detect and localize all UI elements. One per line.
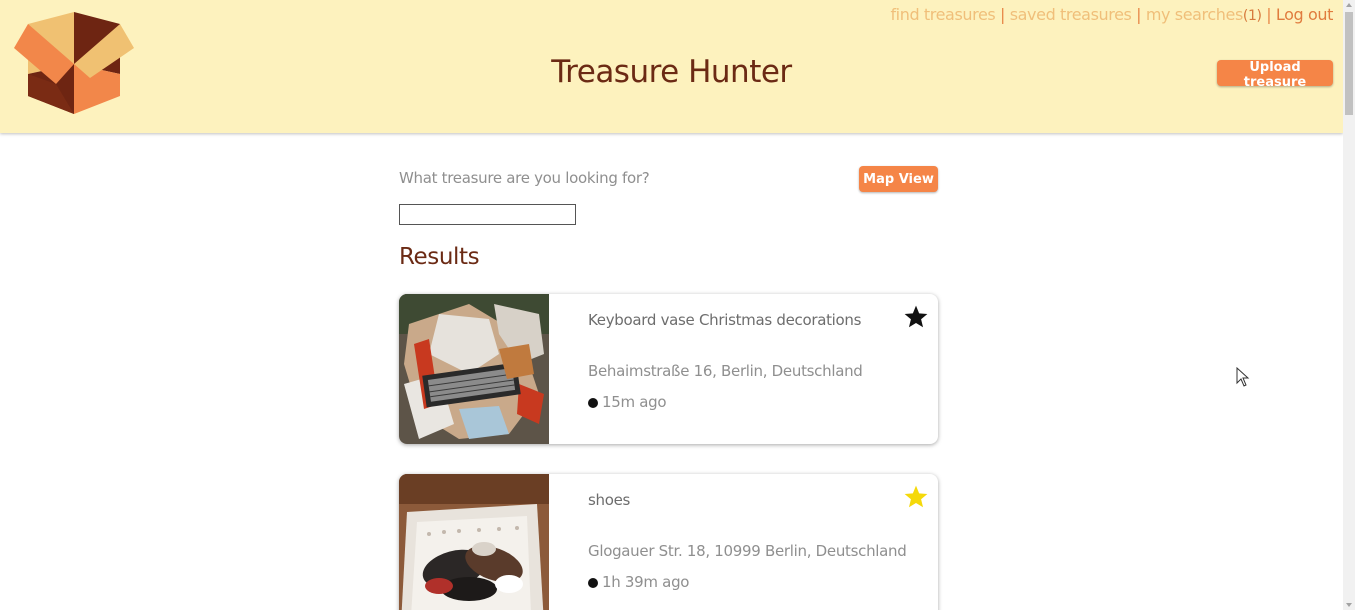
scrollbar-thumb[interactable] <box>1345 12 1353 115</box>
result-title[interactable]: Keyboard vase Christmas decorations <box>588 311 861 329</box>
star-icon[interactable] <box>903 304 929 330</box>
result-title[interactable]: shoes <box>588 491 630 509</box>
result-time-text: 1h 39m ago <box>602 573 690 591</box>
result-address: Behaimstraße 16, Berlin, Deutschland <box>588 362 863 380</box>
site-header: Treasure Hunter find treasures | saved t… <box>0 0 1343 133</box>
result-card[interactable]: shoes Glogauer Str. 18, 10999 Berlin, De… <box>399 474 938 610</box>
shoes-photo[interactable] <box>399 474 549 610</box>
result-time: 15m ago <box>588 393 667 411</box>
my-searches-count: (1) <box>1242 8 1262 24</box>
scroll-down-icon[interactable] <box>1346 603 1352 607</box>
vertical-scrollbar[interactable] <box>1343 0 1355 610</box>
nav-separator: | <box>1000 5 1006 24</box>
status-dot <box>588 578 598 588</box>
page: Treasure Hunter find treasures | saved t… <box>0 0 1343 610</box>
nav-saved-treasures[interactable]: saved treasures <box>1010 5 1132 24</box>
site-title: Treasure Hunter <box>551 54 792 90</box>
nav-separator: | <box>1266 5 1272 24</box>
map-view-button[interactable]: Map View <box>859 166 938 192</box>
top-navigation: find treasures | saved treasures | my se… <box>890 5 1333 24</box>
logout-link[interactable]: Log out <box>1276 5 1333 24</box>
status-dot <box>588 398 598 408</box>
search-input[interactable] <box>399 204 576 225</box>
result-card[interactable]: Keyboard vase Christmas decorations Beha… <box>399 294 938 444</box>
results-heading: Results <box>399 244 480 270</box>
result-time: 1h 39m ago <box>588 573 689 591</box>
star-icon[interactable] <box>903 484 929 510</box>
nav-find-treasures[interactable]: find treasures <box>890 5 995 24</box>
nav-separator: | <box>1136 5 1142 24</box>
result-time-text: 15m ago <box>602 393 667 411</box>
nav-my-searches[interactable]: my searches <box>1146 5 1243 24</box>
search-label: What treasure are you looking for? <box>399 169 650 187</box>
upload-treasure-button[interactable]: Upload treasure <box>1217 60 1333 90</box>
result-address: Glogauer Str. 18, 10999 Berlin, Deutschl… <box>588 542 907 560</box>
scroll-up-icon[interactable] <box>1346 3 1352 7</box>
keyboard-photo[interactable] <box>399 294 549 444</box>
mouse-cursor-icon <box>1236 367 1250 387</box>
